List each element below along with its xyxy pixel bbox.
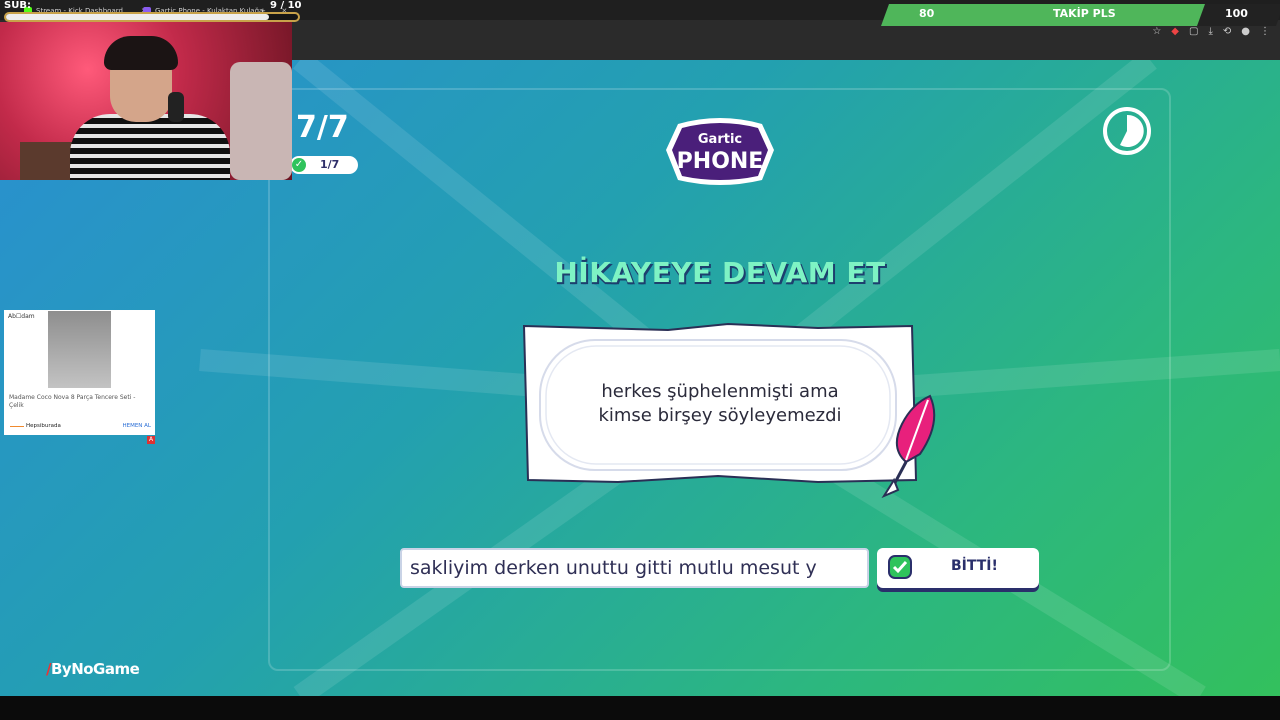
shop-logo [10, 426, 24, 427]
ad-cta[interactable]: HEMEN AL [122, 423, 151, 429]
sub-goal-fill [6, 14, 269, 20]
ad-badge-icon: A [147, 436, 155, 444]
follow-goal-title: TAKİP PLS [1053, 7, 1116, 20]
feather-pen-icon [881, 394, 936, 499]
story-prompt-line: kimse birşey söyleyemezdi [598, 405, 842, 426]
history-icon[interactable]: ⟲ [1223, 26, 1231, 37]
story-prompt-line: herkes şüphelenmişti ama [601, 381, 839, 402]
download-icon[interactable]: ⤓ [1208, 26, 1212, 37]
follow-goal-current: 80 [919, 7, 935, 20]
check-icon: ✓ [292, 158, 306, 172]
timer-icon [1103, 107, 1151, 155]
menu-icon[interactable]: ⋮ [1260, 26, 1270, 37]
sponsor-name: ByNoGame [50, 660, 140, 678]
sub-goal-label: SUB: [4, 0, 31, 11]
ad-product-image [48, 311, 111, 388]
done-button[interactable]: BİTTİ! [877, 548, 1039, 588]
ad-banner[interactable]: Ab☐dam Madame Coco Nova 8 Parça Tencere … [4, 310, 155, 435]
ad-title: Madame Coco Nova 8 Parça Tencere Seti - … [9, 394, 136, 409]
page-title: HİKAYEYE DEVAM ET [554, 256, 886, 289]
bookmark-star-icon[interactable]: ☆ [1152, 26, 1161, 37]
story-prompt: herkes şüphelenmişti ama kimse birşey sö… [560, 380, 880, 428]
profile-icon[interactable]: ● [1241, 26, 1250, 37]
round-counter: 7/7 [296, 110, 349, 145]
ad-shop: Hepsiburada [26, 423, 61, 429]
sub-goal-count: 9 / 10 [270, 0, 302, 11]
follow-goal-bar: 80 TAKİP PLS 100 [880, 4, 1280, 26]
story-input[interactable] [402, 550, 867, 586]
streamer-shirt [70, 114, 230, 180]
chair [230, 62, 292, 180]
bottom-strip [0, 696, 1280, 720]
extension-icon[interactable]: ◆ [1171, 26, 1179, 37]
done-button-label: BİTTİ! [951, 558, 998, 574]
story-input-box[interactable] [400, 548, 869, 588]
logo-top-text: Gartic [698, 132, 742, 147]
gartic-phone-logo: Gartic PHONE [666, 118, 774, 185]
webcam-feed [0, 22, 292, 180]
logo-bottom-text: PHONE [677, 149, 764, 174]
ad-brand: Ab☐dam [8, 313, 35, 320]
completed-count: 1/7 [320, 158, 340, 171]
checkbox-check-icon [888, 555, 912, 579]
extensions-puzzle-icon[interactable]: ▢ [1189, 26, 1198, 37]
headset-icon [168, 92, 184, 122]
sub-goal-progress [4, 12, 300, 22]
sponsor-logo: /ByNoGame [46, 660, 140, 678]
streamer-hair [104, 36, 178, 70]
completed-players-pill: ✓ 1/7 [290, 156, 358, 174]
follow-goal-target: 100 [1225, 7, 1248, 20]
